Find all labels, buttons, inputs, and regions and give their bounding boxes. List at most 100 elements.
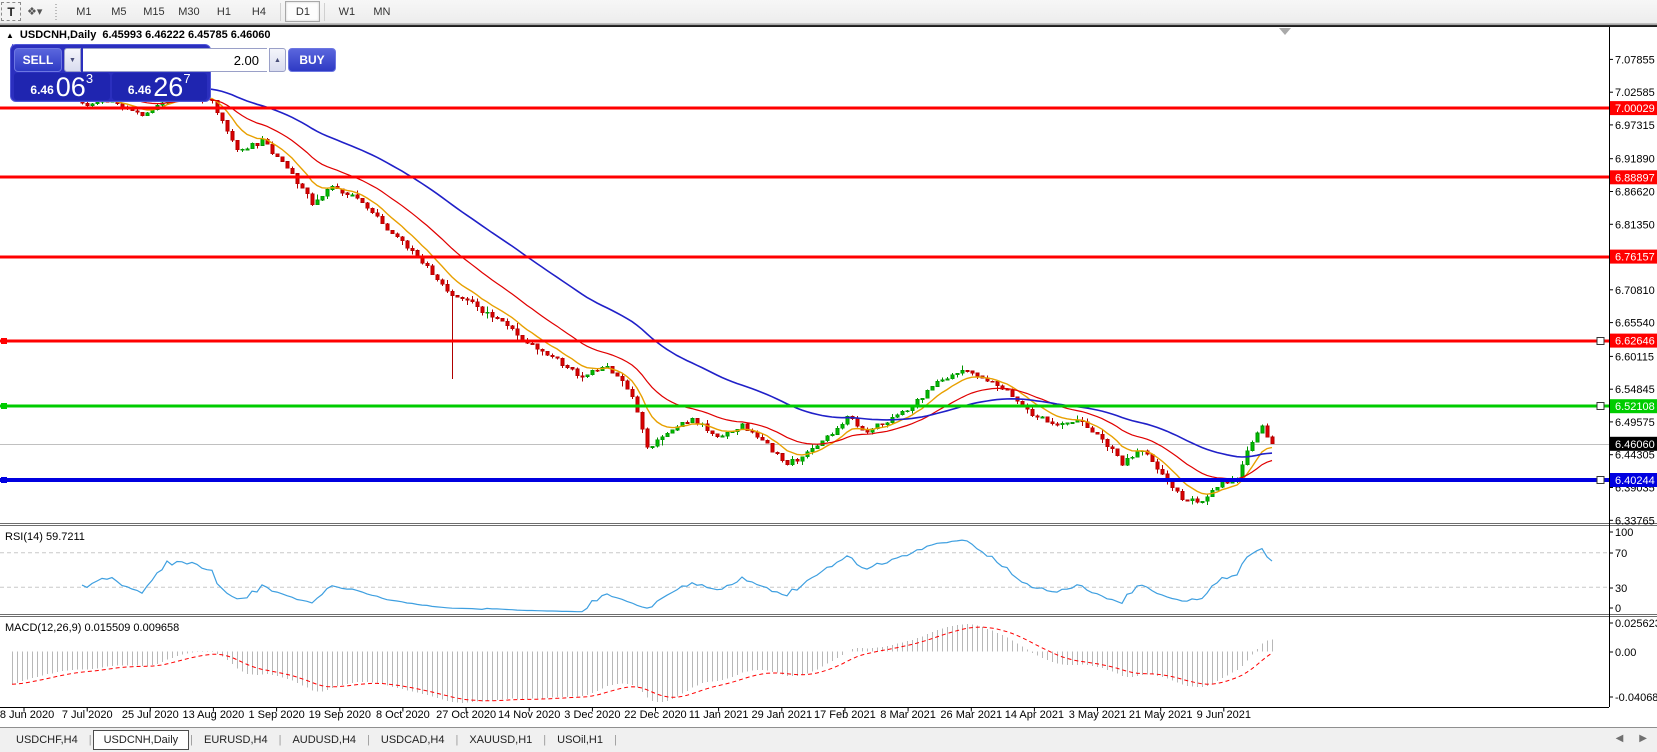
candles [10,87,1275,506]
svg-text:27 Oct 2020: 27 Oct 2020 [436,709,496,721]
rsi-line [81,539,1273,613]
buy-price-display[interactable]: 6.46 26 7 [111,71,207,102]
svg-text:-0.040687: -0.040687 [1615,692,1657,704]
svg-text:6.60115: 6.60115 [1615,351,1654,363]
svg-text:6.88897: 6.88897 [1615,172,1655,184]
toolbar-separator [0,23,1657,26]
timeframe-h4-button[interactable]: H4 [241,1,276,22]
chart-collapse-icon[interactable]: ▲ [6,31,14,40]
svg-text:6.86620: 6.86620 [1615,187,1655,199]
svg-text:6.70810: 6.70810 [1615,285,1655,297]
svg-text:6.49575: 6.49575 [1615,417,1655,429]
tab-scroll-arrows: ◀ ▶ [1616,733,1647,744]
dropdown-arrow-icon: ▾ [36,6,43,18]
svg-text:7.07855: 7.07855 [1615,54,1655,66]
sell-price-display[interactable]: 6.46 06 3 [14,71,110,102]
chart-tab-usoil[interactable]: USOil,H1 [547,730,613,750]
chart-symbol-period: USDCNH,Daily [19,29,97,41]
svg-text:14 Nov 2020: 14 Nov 2020 [498,709,560,721]
buy-price-pips: 26 [153,72,184,102]
chart-tab-xauusd[interactable]: XAUUSD,H1 [459,730,542,750]
svg-text:14 Apr 2021: 14 Apr 2021 [1005,709,1064,721]
timeframe-m30-button[interactable]: M30 [171,1,206,22]
svg-text:19 Sep 2020: 19 Sep 2020 [309,709,371,721]
svg-text:26 Mar 2021: 26 Mar 2021 [940,709,1002,721]
sell-price-pips: 06 [55,72,86,102]
svg-text:8 Mar 2021: 8 Mar 2021 [880,709,936,721]
volume-decrease-button[interactable]: ▼ [64,48,81,72]
chart-tab-usdcnh[interactable]: USDCNH,Daily [92,730,190,750]
text-tool-button[interactable]: T [1,2,21,21]
svg-text:100: 100 [1615,527,1633,539]
chart-ohlc-values: 6.45993 6.46222 6.45785 6.46060 [102,29,271,41]
timeframe-h1-button[interactable]: H1 [206,1,241,22]
top-toolbar: T ❖ ▾ M1 M5 M15 M30 H1 H4 D1 W1 MN [0,0,1657,23]
svg-text:1 Sep 2020: 1 Sep 2020 [248,709,304,721]
svg-text:6.33765: 6.33765 [1615,515,1655,527]
svg-text:6.76157: 6.76157 [1615,252,1655,264]
svg-text:6.65540: 6.65540 [1615,318,1655,330]
tab-scroll-right-icon[interactable]: ▶ [1639,733,1647,744]
volume-increase-button[interactable]: ▲ [269,48,286,72]
buy-price-prefix: 6.46 [127,83,152,97]
sell-price-prefix: 6.46 [30,83,54,97]
svg-text:6.62646: 6.62646 [1615,336,1655,348]
buy-button[interactable]: BUY [288,48,336,72]
svg-text:6.91890: 6.91890 [1615,154,1655,166]
svg-text:6.81350: 6.81350 [1615,219,1655,231]
svg-text:3 Dec 2020: 3 Dec 2020 [564,709,620,721]
svg-text:6.40244: 6.40244 [1615,475,1655,487]
svg-text:8 Oct 2020: 8 Oct 2020 [376,709,430,721]
timeframe-m15-button[interactable]: M15 [136,1,171,22]
chart-tab-eurusd[interactable]: EURUSD,H4 [194,730,278,750]
svg-text:25 Jul 2020: 25 Jul 2020 [122,709,179,721]
chart-tab-audusd[interactable]: AUDUSD,H4 [282,730,366,750]
tab-scroll-left-icon[interactable]: ◀ [1616,733,1624,744]
cycle-symbols-button[interactable]: ❖ ▾ [23,2,46,21]
macd-histogram [12,624,1273,703]
svg-text:17 Feb 2021: 17 Feb 2021 [814,709,876,721]
mt4-window: 100 70 30 0 RSI(14) 59.7211 0.025623 0.00 -0.04… [0,0,1657,752]
price-chart[interactable]: 100 70 30 0 RSI(14) 59.7211 0.025623 0.00 -0.04… [0,0,1657,752]
svg-text:6.54845: 6.54845 [1615,384,1655,396]
svg-text:0: 0 [1615,603,1621,615]
timeframe-mn-button[interactable]: MN [364,1,399,22]
sell-price-point: 3 [85,71,94,86]
svg-text:6.52108: 6.52108 [1615,401,1655,413]
svg-text:7 Jul 2020: 7 Jul 2020 [62,709,113,721]
svg-text:0.025623: 0.025623 [1615,618,1657,630]
svg-text:22 Dec 2020: 22 Dec 2020 [624,709,686,721]
timeframe-w1-button[interactable]: W1 [329,1,364,22]
rsi-label: RSI(14) 59.7211 [5,531,85,543]
sell-button[interactable]: SELL [14,48,62,72]
svg-text:29 Jan 2021: 29 Jan 2021 [752,709,813,721]
svg-text:6.44305: 6.44305 [1615,450,1655,462]
svg-text:70: 70 [1615,548,1627,560]
svg-text:18 Jun 2020: 18 Jun 2020 [0,709,54,721]
svg-text:11 Jan 2021: 11 Jan 2021 [689,709,749,721]
svg-text:0.00: 0.00 [1615,647,1636,659]
svg-text:6.97315: 6.97315 [1615,120,1655,132]
timeframe-d1-button[interactable]: D1 [285,1,321,22]
volume-input[interactable] [83,48,267,72]
toolbar-gripper [55,3,61,20]
svg-text:9 Jun 2021: 9 Jun 2021 [1197,709,1251,721]
svg-text:7.02585: 7.02585 [1615,87,1655,99]
chart-title: ▲ USDCNH,Daily 6.45993 6.46222 6.45785 6… [6,29,271,41]
svg-text:13 Aug 2020: 13 Aug 2020 [183,709,245,721]
svg-text:3 May 2021: 3 May 2021 [1069,709,1126,721]
chart-tab-usdchf[interactable]: USDCHF,H4 [6,730,88,750]
timeframe-toolbar: M1 M5 M15 M30 H1 H4 D1 W1 MN [66,1,399,22]
current-price-label: 6.46060 [1615,439,1655,451]
chart-tabs-bar: USDCHF,H4 | USDCNH,Daily | EURUSD,H4 | AUDUSD,… [0,727,1657,752]
svg-text:7.00029: 7.00029 [1615,103,1655,115]
one-click-trading-panel: SELL ▼ ▲ BUY 6.46 06 3 6.46 26 7 [10,44,336,102]
cycler-icon: ❖ [27,6,37,18]
svg-text:30: 30 [1615,583,1627,595]
macd-label: MACD(12,26,9) 0.015509 0.009658 [5,622,179,634]
chart-tab-usdcad[interactable]: USDCAD,H4 [371,730,455,750]
buy-price-point: 7 [183,71,191,86]
tab-divider: | [614,734,617,746]
timeframe-m5-button[interactable]: M5 [101,1,136,22]
timeframe-m1-button[interactable]: M1 [66,1,101,22]
